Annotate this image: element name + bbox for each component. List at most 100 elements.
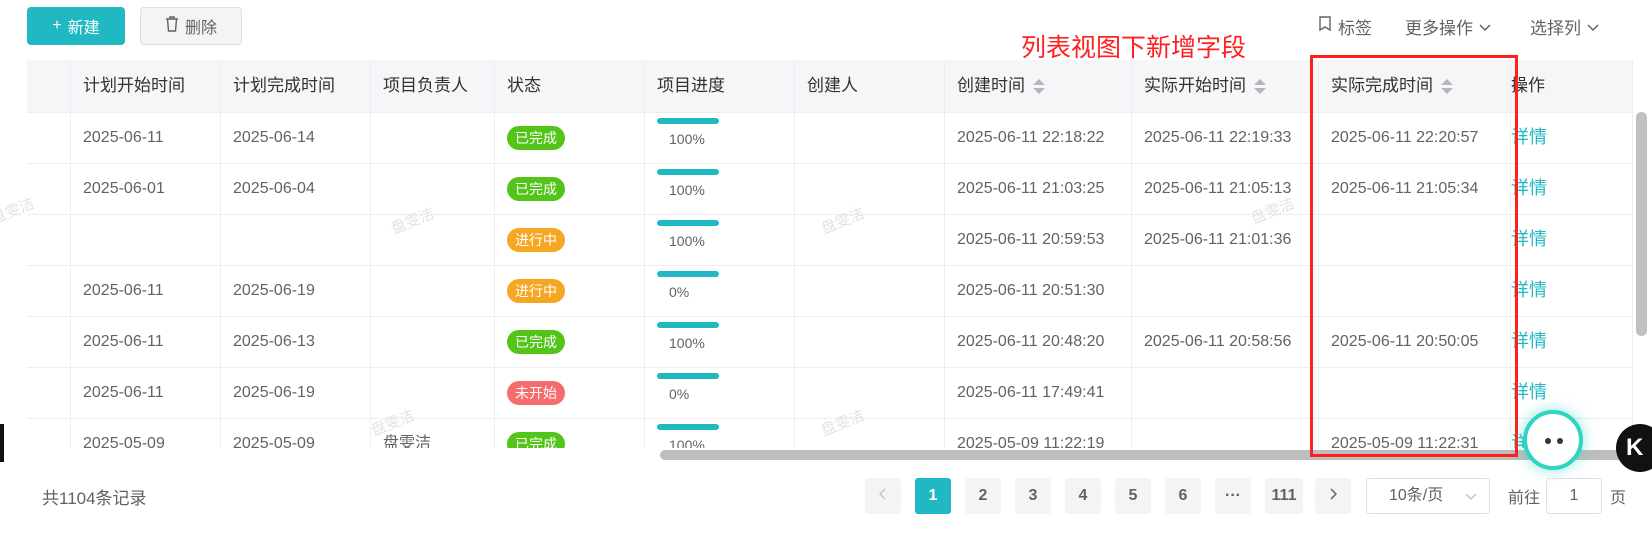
bubble-eye-left bbox=[1545, 438, 1551, 444]
cell-plan-end: 2025-06-19 bbox=[221, 265, 371, 316]
cell-owner bbox=[371, 163, 495, 214]
select-columns-button[interactable]: 选择列 bbox=[1530, 14, 1599, 39]
cell-owner bbox=[371, 316, 495, 367]
tags-button[interactable]: 标签 bbox=[1318, 14, 1372, 39]
progress-text: 100% bbox=[669, 182, 705, 198]
page-4[interactable]: 4 bbox=[1065, 478, 1101, 514]
cell-action: 详情 bbox=[1511, 112, 1633, 163]
progress-text: 100% bbox=[669, 233, 705, 249]
header-created[interactable]: 创建时间 bbox=[945, 60, 1132, 112]
header-actions: 操作 bbox=[1511, 60, 1633, 112]
chevron-down-icon bbox=[1479, 17, 1491, 37]
chevron-down-icon bbox=[1587, 17, 1599, 37]
header-plan-start: 计划开始时间 bbox=[71, 60, 221, 112]
cell-status: 已完成 bbox=[495, 163, 645, 214]
cell-progress: 0% bbox=[645, 367, 795, 418]
cell-status: 进行中 bbox=[495, 214, 645, 265]
cell-plan-start bbox=[71, 214, 221, 265]
sort-icon[interactable] bbox=[1033, 78, 1045, 95]
page-3[interactable]: 3 bbox=[1015, 478, 1051, 514]
chevron-down-icon bbox=[1465, 479, 1477, 513]
cell-fixed bbox=[27, 316, 71, 367]
page-size-select[interactable]: 10条/页 bbox=[1366, 478, 1490, 514]
page-5[interactable]: 5 bbox=[1115, 478, 1151, 514]
status-badge: 已完成 bbox=[507, 329, 565, 354]
cell-creator bbox=[795, 214, 945, 265]
delete-button[interactable]: 删除 bbox=[140, 7, 242, 45]
left-edge-handle bbox=[0, 424, 4, 462]
cell-owner bbox=[371, 265, 495, 316]
progress-bar bbox=[657, 271, 719, 277]
cell-created: 2025-06-11 22:18:22 bbox=[945, 112, 1132, 163]
progress-bar-fill bbox=[657, 271, 719, 277]
page-ellipsis[interactable]: ··· bbox=[1215, 478, 1251, 514]
cell-creator bbox=[795, 316, 945, 367]
page-last[interactable]: 111 bbox=[1265, 478, 1303, 514]
header-actual-start[interactable]: 实际开始时间 bbox=[1132, 60, 1319, 112]
cell-created: 2025-06-11 20:51:30 bbox=[945, 265, 1132, 316]
cell-created: 2025-06-11 17:49:41 bbox=[945, 367, 1132, 418]
header-status: 状态 bbox=[495, 60, 645, 112]
annotation-text: 列表视图下新增字段 bbox=[1021, 34, 1247, 62]
cell-status: 进行中 bbox=[495, 265, 645, 316]
cell-created: 2025-06-11 21:03:25 bbox=[945, 163, 1132, 214]
new-button[interactable]: + 新建 bbox=[27, 7, 125, 45]
cell-actual-start: 2025-06-11 20:58:56 bbox=[1132, 316, 1319, 367]
next-page-button[interactable] bbox=[1315, 478, 1351, 514]
cell-action: 详情 bbox=[1511, 316, 1633, 367]
sort-icon[interactable] bbox=[1254, 78, 1266, 95]
plus-icon: + bbox=[52, 17, 62, 34]
cell-status: 未开始 bbox=[495, 367, 645, 418]
header-progress: 项目进度 bbox=[645, 60, 795, 112]
cell-fixed bbox=[27, 265, 71, 316]
page-6[interactable]: 6 bbox=[1165, 478, 1201, 514]
cell-progress: 100% bbox=[645, 214, 795, 265]
goto-suffix: 页 bbox=[1610, 490, 1627, 507]
total-records: 共1104条记录 bbox=[42, 489, 147, 508]
cell-actual-start: 2025-06-11 21:01:36 bbox=[1132, 214, 1319, 265]
status-badge: 进行中 bbox=[507, 278, 565, 303]
cell-creator bbox=[795, 163, 945, 214]
prev-page-button[interactable] bbox=[865, 478, 901, 514]
cell-status: 已完成 bbox=[495, 418, 645, 448]
cell-plan-end: 2025-06-13 bbox=[221, 316, 371, 367]
progress-bar bbox=[657, 373, 719, 379]
cell-actual-start bbox=[1132, 367, 1319, 418]
more-actions-button[interactable]: 更多操作 bbox=[1405, 14, 1491, 39]
new-button-label: 新建 bbox=[67, 20, 100, 37]
header-plan-end: 计划完成时间 bbox=[221, 60, 371, 112]
progress-bar bbox=[657, 322, 719, 328]
cell-owner bbox=[371, 367, 495, 418]
cell-creator bbox=[795, 112, 945, 163]
bubble-eye-right bbox=[1557, 438, 1563, 444]
cell-action: 详情 bbox=[1511, 163, 1633, 214]
cell-actual-start bbox=[1132, 418, 1319, 448]
assistant-bubble-icon[interactable] bbox=[1523, 410, 1583, 470]
header-actual-start-label: 实际开始时间 bbox=[1144, 76, 1246, 95]
vertical-scrollbar[interactable] bbox=[1636, 112, 1647, 336]
cell-action: 详情 bbox=[1511, 367, 1633, 418]
status-badge: 已完成 bbox=[507, 125, 565, 150]
progress-text: 100% bbox=[669, 437, 705, 448]
header-created-label: 创建时间 bbox=[957, 76, 1025, 95]
cell-fixed bbox=[27, 112, 71, 163]
cell-created: 2025-06-11 20:59:53 bbox=[945, 214, 1132, 265]
cell-action: 详情 bbox=[1511, 214, 1633, 265]
goto-page-input[interactable]: 1 bbox=[1546, 478, 1602, 514]
page-size-value: 10条/页 bbox=[1389, 487, 1444, 504]
cell-owner bbox=[371, 112, 495, 163]
k-floating-button[interactable]: K bbox=[1616, 424, 1652, 472]
cell-created: 2025-05-09 11:22:19 bbox=[945, 418, 1132, 448]
select-columns-label: 选择列 bbox=[1530, 19, 1581, 38]
cell-progress: 100% bbox=[645, 418, 795, 448]
cell-fixed bbox=[27, 367, 71, 418]
cell-plan-start: 2025-06-11 bbox=[71, 265, 221, 316]
cell-plan-start: 2025-06-11 bbox=[71, 367, 221, 418]
page-2[interactable]: 2 bbox=[965, 478, 1001, 514]
progress-text: 100% bbox=[669, 131, 705, 147]
cell-progress: 100% bbox=[645, 112, 795, 163]
cell-plan-start: 2025-06-11 bbox=[71, 316, 221, 367]
page-1[interactable]: 1 bbox=[915, 478, 951, 514]
tags-label: 标签 bbox=[1338, 19, 1372, 38]
progress-bar-fill bbox=[657, 118, 719, 124]
